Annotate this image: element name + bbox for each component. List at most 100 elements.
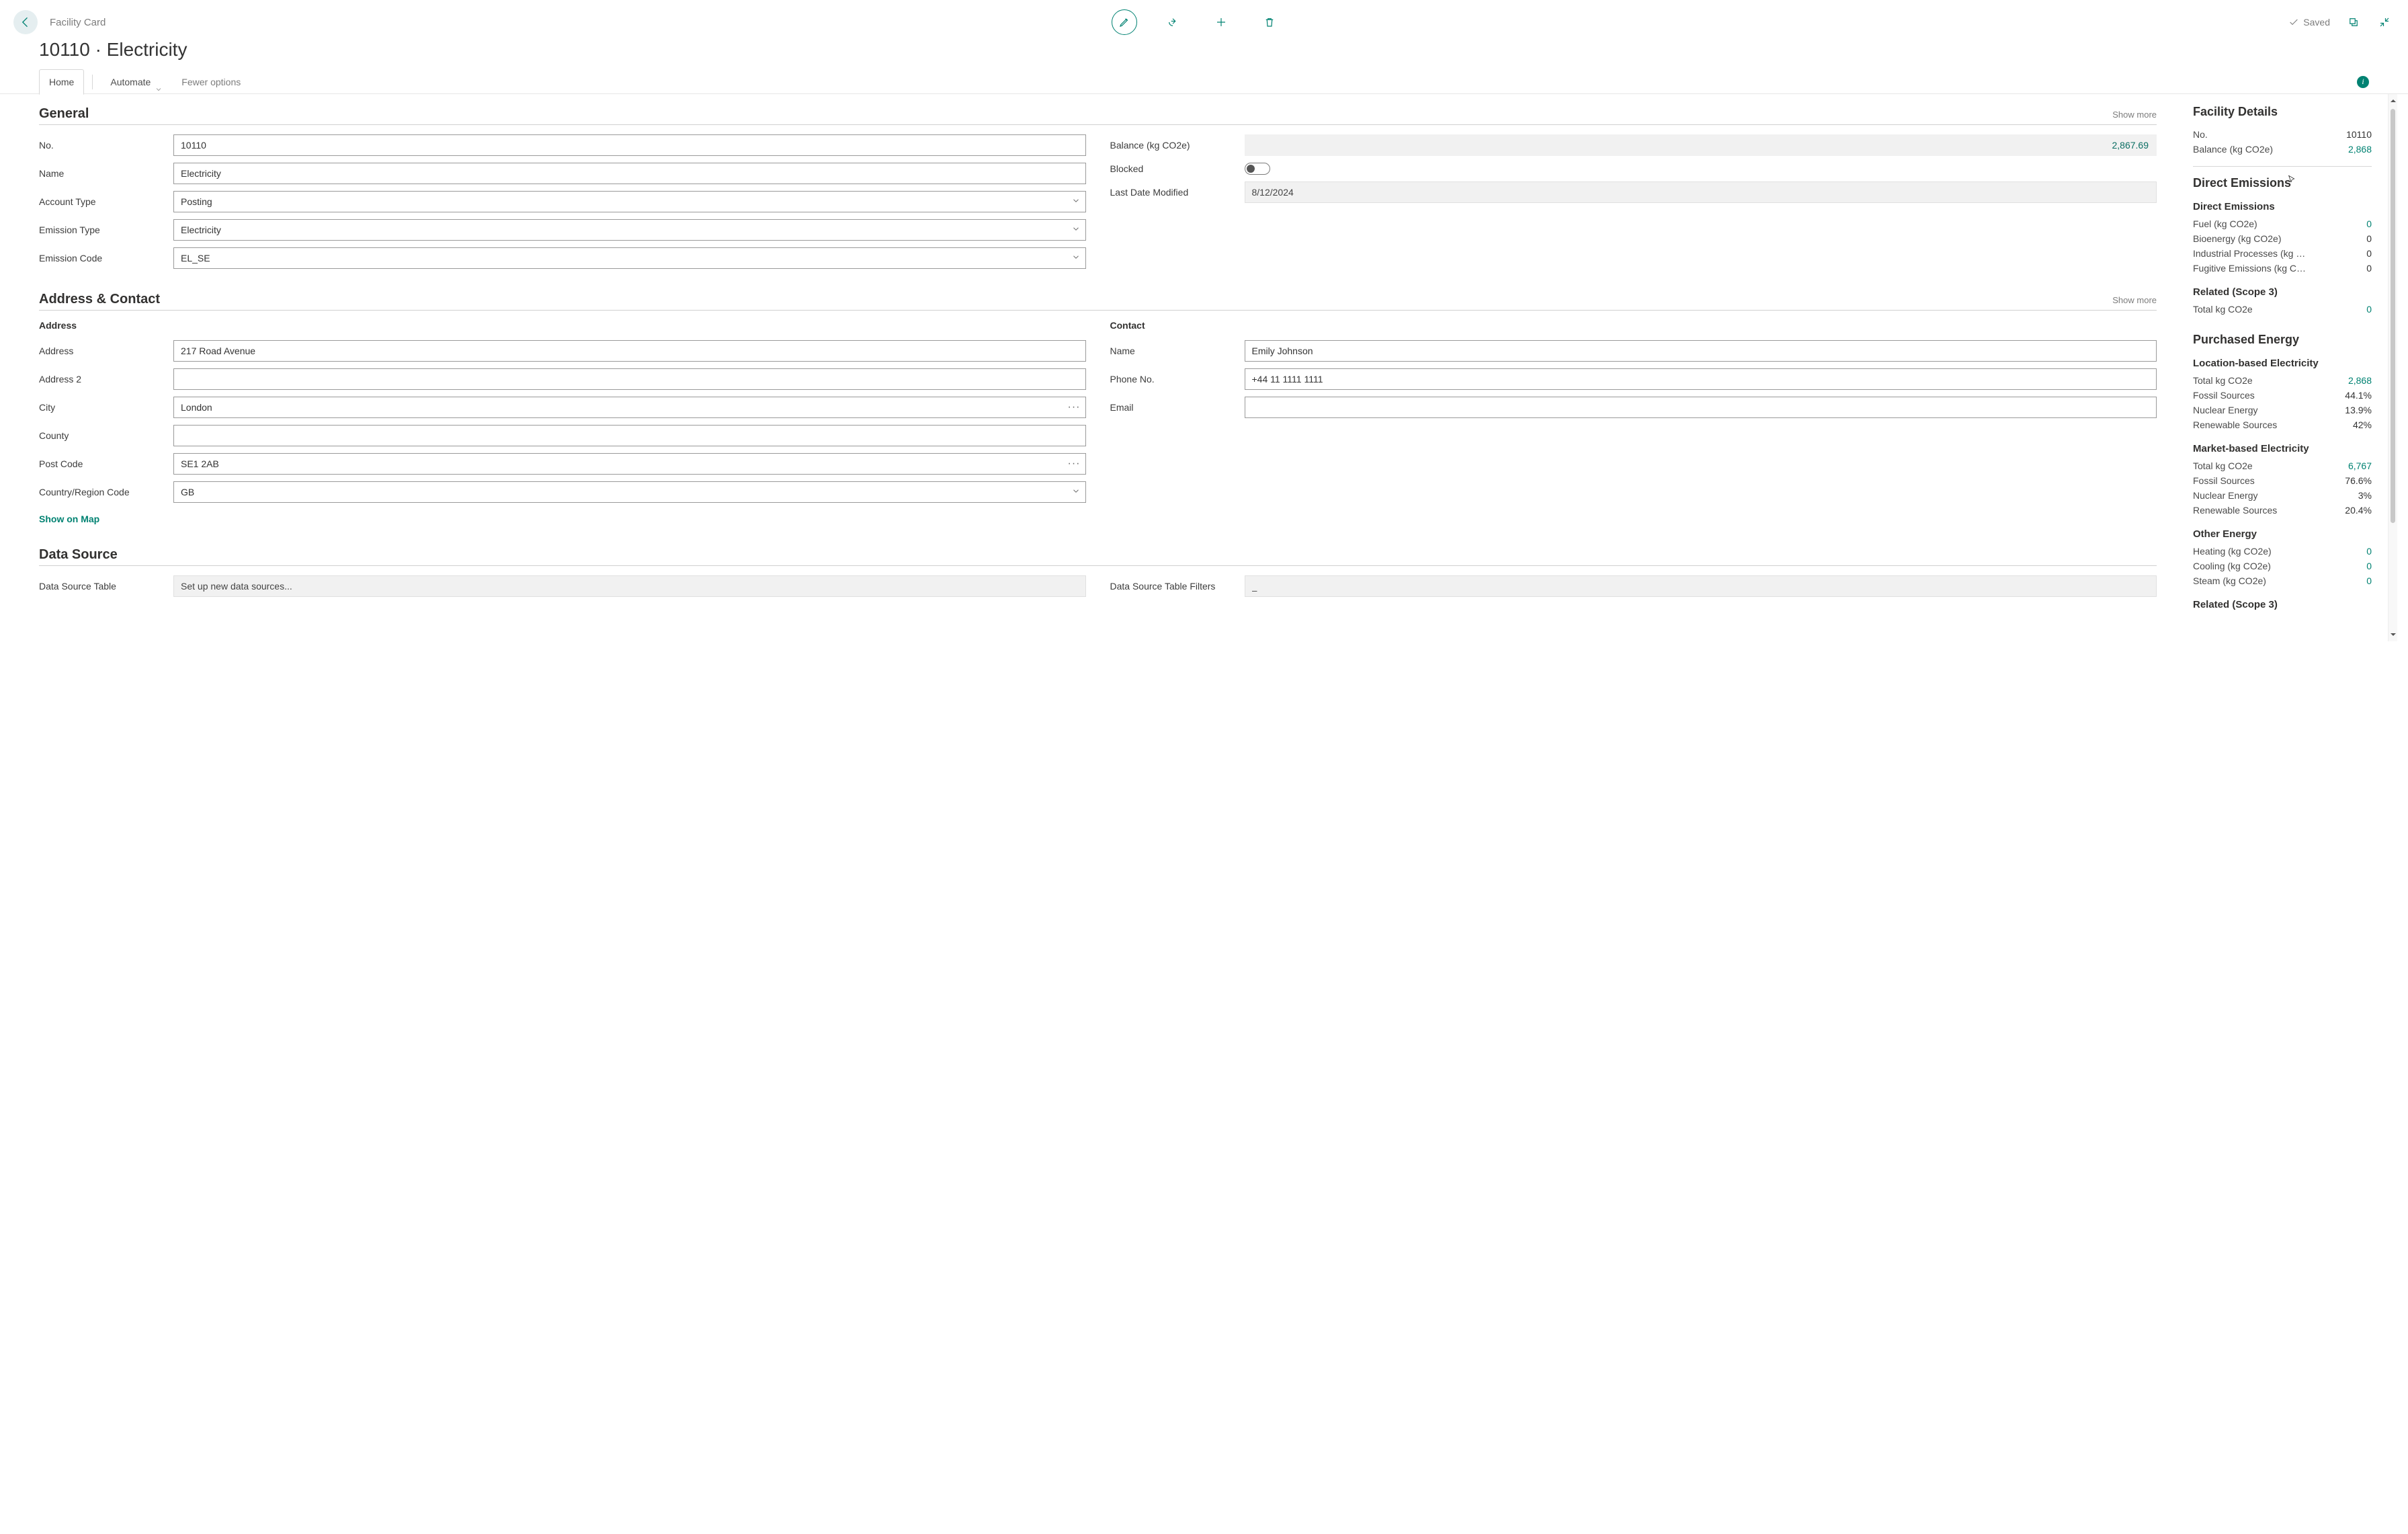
tab-home[interactable]: Home bbox=[39, 69, 84, 95]
fact-value[interactable]: 2,868 bbox=[2348, 375, 2372, 386]
city-field[interactable] bbox=[173, 397, 1086, 418]
factbox-direct-title: Direct Emissions bbox=[2193, 176, 2372, 190]
fact-value: 0 bbox=[2366, 263, 2372, 274]
blocked-label: Blocked bbox=[1110, 163, 1147, 174]
fact-key: Total kg CO2e bbox=[2193, 304, 2253, 315]
balance-label: Balance (kg CO2e) bbox=[1110, 140, 1193, 151]
show-on-map-link[interactable]: Show on Map bbox=[39, 514, 1086, 524]
city-lookup[interactable]: ··· bbox=[1068, 401, 1081, 413]
section-datasource-title: Data Source bbox=[39, 547, 118, 563]
fd-no-value: 10110 bbox=[2346, 129, 2372, 140]
tab-automate[interactable]: Automate bbox=[101, 70, 172, 94]
emission-code-label: Emission Code bbox=[39, 253, 105, 264]
fact-key: Total kg CO2e bbox=[2193, 375, 2253, 386]
fact-row: Fossil Sources44.1% bbox=[2193, 388, 2372, 403]
factbox-facility-details-title: Facility Details bbox=[2193, 105, 2372, 119]
fewer-options[interactable]: Fewer options bbox=[172, 70, 250, 94]
ds-table-field[interactable] bbox=[173, 575, 1086, 597]
ds-filters-field bbox=[1245, 575, 2157, 597]
direct-sub: Direct Emissions bbox=[2193, 201, 2372, 212]
phone-field[interactable] bbox=[1245, 368, 2157, 390]
fact-row: Industrial Processes (kg CO... 0 bbox=[2193, 246, 2372, 261]
edit-button[interactable] bbox=[1112, 9, 1137, 35]
county-label: County bbox=[39, 430, 71, 441]
fact-row: Renewable Sources20.4% bbox=[2193, 503, 2372, 518]
popout-button[interactable] bbox=[2346, 15, 2361, 30]
page-title: 10110 · Electricity bbox=[0, 38, 2408, 70]
contact-name-field[interactable] bbox=[1245, 340, 2157, 362]
fd-balance-label: Balance (kg CO2e) bbox=[2193, 144, 2273, 155]
mkt-sub: Market-based Electricity bbox=[2193, 443, 2372, 454]
county-field[interactable] bbox=[173, 425, 1086, 446]
fact-row: Total kg CO2e 0 bbox=[2193, 302, 2372, 317]
fact-key: Steam (kg CO2e) bbox=[2193, 575, 2266, 586]
fact-row: Total kg CO2e 6,767 bbox=[2193, 458, 2372, 473]
fact-value[interactable]: 0 bbox=[2366, 561, 2372, 571]
postcode-label: Post Code bbox=[39, 458, 85, 469]
emission-type-select[interactable] bbox=[173, 219, 1086, 241]
scroll-thumb[interactable] bbox=[2391, 109, 2395, 523]
show-more-address[interactable]: Show more bbox=[2112, 295, 2157, 305]
fact-key: Renewable Sources bbox=[2193, 505, 2277, 516]
fact-key: Fugitive Emissions (kg CO2e) bbox=[2193, 263, 2307, 274]
fact-value: 0 bbox=[2366, 248, 2372, 259]
scroll-up-icon[interactable] bbox=[2389, 95, 2397, 106]
country-select[interactable] bbox=[173, 481, 1086, 503]
show-more-general[interactable]: Show more bbox=[2112, 110, 2157, 120]
postcode-lookup[interactable]: ··· bbox=[1068, 458, 1081, 470]
emission-code-select[interactable] bbox=[173, 247, 1086, 269]
email-field[interactable] bbox=[1245, 397, 2157, 418]
emission-type-label: Emission Type bbox=[39, 225, 103, 235]
address-field[interactable] bbox=[173, 340, 1086, 362]
delete-button[interactable] bbox=[1257, 9, 1282, 35]
fact-row: Bioenergy (kg CO2e)0 bbox=[2193, 231, 2372, 246]
fact-value[interactable]: 0 bbox=[2366, 304, 2372, 315]
fact-row: Steam (kg CO2e) 0 bbox=[2193, 573, 2372, 588]
fact-row: Cooling (kg CO2e) 0 bbox=[2193, 559, 2372, 573]
fact-row: Total kg CO2e 2,868 bbox=[2193, 373, 2372, 388]
fact-value[interactable]: 0 bbox=[2366, 575, 2372, 586]
page-type-label: Facility Card bbox=[50, 17, 106, 28]
name-field[interactable] bbox=[173, 163, 1086, 184]
back-button[interactable] bbox=[13, 10, 38, 34]
loc-sub: Location-based Electricity bbox=[2193, 358, 2372, 369]
account-type-label: Account Type bbox=[39, 196, 99, 207]
fact-value: 13.9% bbox=[2345, 405, 2372, 415]
fd-balance-value[interactable]: 2,868 bbox=[2348, 144, 2372, 155]
contact-subheading: Contact bbox=[1110, 320, 2157, 331]
blocked-toggle[interactable] bbox=[1245, 163, 1270, 175]
balance-field[interactable] bbox=[1245, 134, 2157, 156]
fact-value: 3% bbox=[2358, 490, 2372, 501]
other-sub: Other Energy bbox=[2193, 528, 2372, 540]
new-button[interactable] bbox=[1208, 9, 1234, 35]
fact-value[interactable]: 0 bbox=[2366, 218, 2372, 229]
fact-row: Fossil Sources76.6% bbox=[2193, 473, 2372, 488]
no-field[interactable] bbox=[173, 134, 1086, 156]
country-label: Country/Region Code bbox=[39, 487, 132, 497]
fact-key: Industrial Processes (kg CO... bbox=[2193, 248, 2307, 259]
fact-key: Nuclear Energy bbox=[2193, 490, 2258, 501]
fact-row: Fugitive Emissions (kg CO2e) 0 bbox=[2193, 261, 2372, 276]
fact-key: Total kg CO2e bbox=[2193, 460, 2253, 471]
name-label: Name bbox=[39, 168, 67, 179]
fact-value[interactable]: 0 bbox=[2366, 546, 2372, 557]
fact-key: Cooling (kg CO2e) bbox=[2193, 561, 2271, 571]
fact-value: 0 bbox=[2366, 233, 2372, 244]
share-button[interactable] bbox=[1160, 9, 1186, 35]
account-type-select[interactable] bbox=[173, 191, 1086, 212]
factbox-purchased-title: Purchased Energy bbox=[2193, 333, 2372, 347]
scroll-down-icon[interactable] bbox=[2389, 629, 2397, 640]
related3b-title: Related (Scope 3) bbox=[2193, 599, 2372, 610]
address-label: Address bbox=[39, 346, 76, 356]
postcode-field[interactable] bbox=[173, 453, 1086, 475]
section-address-title: Address & Contact bbox=[39, 292, 160, 307]
scrollbar[interactable] bbox=[2388, 94, 2397, 641]
fact-row: Heating (kg CO2e)0 bbox=[2193, 544, 2372, 559]
info-button[interactable]: i bbox=[2357, 76, 2369, 88]
collapse-button[interactable] bbox=[2377, 15, 2392, 30]
fact-value[interactable]: 6,767 bbox=[2348, 460, 2372, 471]
fact-key: Fossil Sources bbox=[2193, 390, 2255, 401]
chevron-down-icon bbox=[155, 78, 163, 86]
last-modified-label: Last Date Modified bbox=[1110, 187, 1192, 198]
address2-field[interactable] bbox=[173, 368, 1086, 390]
